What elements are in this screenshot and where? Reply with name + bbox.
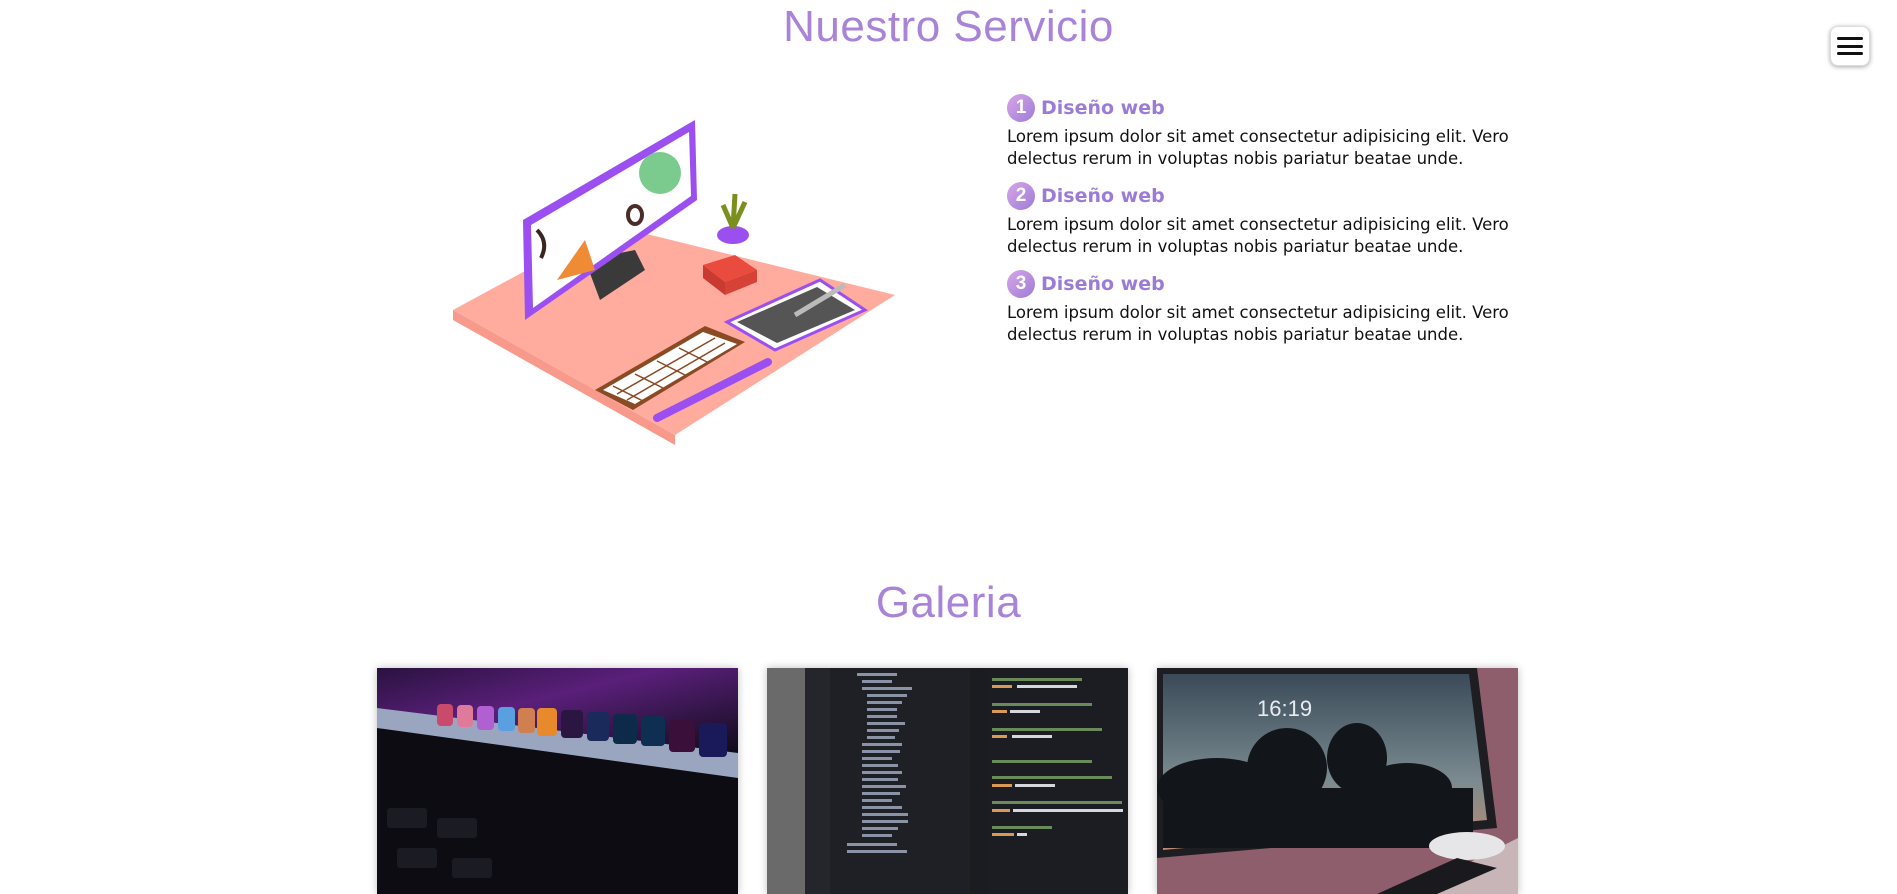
service-item: 3 Diseño web Lorem ipsum dolor sit amet … (1007, 268, 1547, 346)
number-badge: 3 (1007, 270, 1035, 298)
workspace-illustration (453, 120, 895, 445)
service-name: Diseño web (1041, 273, 1165, 295)
menu-button[interactable] (1830, 26, 1870, 66)
service-item: 2 Diseño web Lorem ipsum dolor sit amet … (1007, 180, 1547, 258)
service-section-title: Nuestro Servicio (783, 2, 1114, 51)
service-name: Diseño web (1041, 185, 1165, 207)
service-item: 1 Diseño web Lorem ipsum dolor sit amet … (1007, 92, 1547, 170)
number-badge: 2 (1007, 182, 1035, 210)
service-description: Lorem ipsum dolor sit amet consectetur a… (1007, 303, 1509, 344)
gallery-photo-laptop-dock[interactable] (377, 668, 738, 894)
service-description: Lorem ipsum dolor sit amet consectetur a… (1007, 215, 1509, 256)
gallery-section-title: Galeria (875, 578, 1022, 627)
gallery-photo-tablet[interactable]: 16:19 (1157, 668, 1518, 894)
hamburger-menu-icon (1837, 37, 1863, 55)
number-badge: 1 (1007, 94, 1035, 122)
services-list: 1 Diseño web Lorem ipsum dolor sit amet … (1007, 92, 1547, 356)
service-name: Diseño web (1041, 97, 1165, 119)
service-description: Lorem ipsum dolor sit amet consectetur a… (1007, 127, 1509, 168)
lock-screen-clock: 16:19 (1257, 696, 1312, 721)
gallery-photo-code-editor[interactable] (767, 668, 1128, 894)
